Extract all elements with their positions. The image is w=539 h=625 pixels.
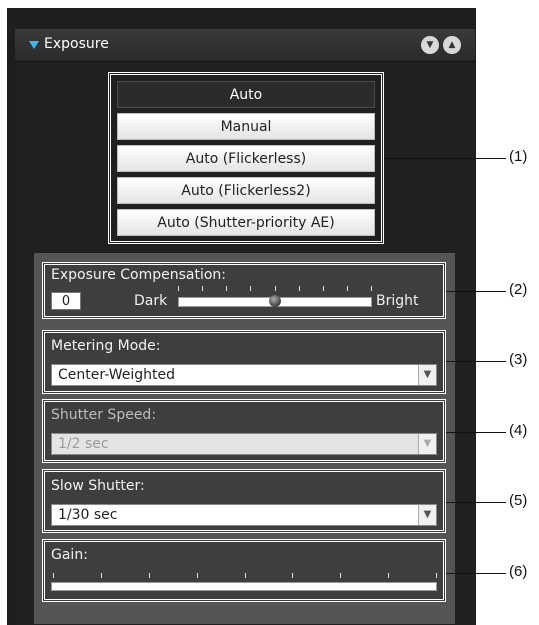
callout-label-1: (1) (509, 148, 528, 165)
slow-shutter-select[interactable]: 1/30 sec ▼ (51, 504, 437, 526)
dropdown-arrow-icon[interactable]: ▼ (418, 505, 436, 525)
exposure-header[interactable]: Exposure ▼ ▲ (15, 29, 475, 62)
tick-mark (101, 573, 102, 578)
gain-label: Gain: (51, 547, 88, 563)
tick-mark (53, 573, 54, 578)
tick-mark (245, 573, 246, 578)
chevron-down-icon[interactable]: ▼ (421, 36, 439, 54)
metering-mode-select[interactable]: Center-Weighted ▼ (51, 364, 437, 386)
exposure-compensation-ticks (178, 286, 372, 292)
callout-label-2: (2) (509, 281, 528, 298)
callout-line (446, 502, 506, 503)
tick-mark (436, 573, 437, 578)
callout-line (446, 432, 506, 433)
tick-mark (275, 286, 276, 291)
mode-option-auto[interactable]: Auto (117, 81, 375, 108)
tick-mark (299, 286, 300, 291)
slider-thumb[interactable] (269, 295, 281, 307)
metering-mode-section: Metering Mode: Center-Weighted ▼ (42, 330, 446, 394)
tick-mark (178, 286, 179, 291)
shutter-speed-value: 1/2 sec (58, 436, 109, 452)
tick-mark (388, 573, 389, 578)
tick-mark (226, 286, 227, 291)
mode-option-manual[interactable]: Manual (117, 113, 375, 140)
shutter-speed-select: 1/2 sec ▼ (51, 433, 437, 455)
callout-label-3: (3) (509, 351, 528, 368)
dark-label: Dark (134, 293, 168, 309)
callout-line (446, 573, 506, 574)
metering-mode-label: Metering Mode: (51, 338, 161, 354)
dropdown-arrow-icon: ▼ (418, 434, 436, 454)
tick-mark (323, 286, 324, 291)
slow-shutter-value: 1/30 sec (58, 507, 118, 523)
gain-section: Gain: (42, 539, 446, 602)
callout-label-5: (5) (509, 492, 528, 509)
tick-mark (250, 286, 251, 291)
mode-option-auto-shutter-priority[interactable]: Auto (Shutter-priority AE) (117, 209, 375, 236)
exposure-compensation-value[interactable]: 0 (51, 292, 81, 310)
slow-shutter-section: Slow Shutter: 1/30 sec ▼ (42, 469, 446, 533)
tick-mark (347, 286, 348, 291)
mode-option-auto-flickerless[interactable]: Auto (Flickerless) (117, 145, 375, 172)
tick-mark (340, 573, 341, 578)
metering-mode-value: Center-Weighted (58, 367, 175, 383)
slow-shutter-label: Slow Shutter: (51, 478, 145, 494)
mode-option-auto-flickerless2[interactable]: Auto (Flickerless2) (117, 177, 375, 204)
gain-ticks (53, 573, 437, 579)
chevron-up-icon[interactable]: ▲ (443, 36, 461, 54)
exposure-compensation-slider[interactable] (178, 295, 372, 307)
shutter-speed-label: Shutter Speed: (51, 407, 157, 423)
tick-mark (149, 573, 150, 578)
bright-label: Bright (376, 293, 419, 309)
tick-mark (292, 573, 293, 578)
callout-line (384, 158, 506, 159)
expand-triangle-icon[interactable] (29, 41, 39, 49)
shutter-speed-section: Shutter Speed: 1/2 sec ▼ (42, 399, 446, 463)
callout-label-4: (4) (509, 422, 528, 439)
exposure-compensation-label: Exposure Compensation: (51, 267, 227, 283)
section-title: Exposure (44, 36, 109, 52)
exposure-compensation-section: Exposure Compensation: 0 Dark Bright (42, 262, 446, 319)
dropdown-arrow-icon[interactable]: ▼ (418, 365, 436, 385)
callout-line (446, 361, 506, 362)
callout-label-6: (6) (509, 563, 528, 580)
tick-mark (202, 286, 203, 291)
gain-slider[interactable] (51, 582, 437, 591)
tick-mark (371, 286, 372, 291)
callout-line (446, 291, 506, 292)
tick-mark (197, 573, 198, 578)
